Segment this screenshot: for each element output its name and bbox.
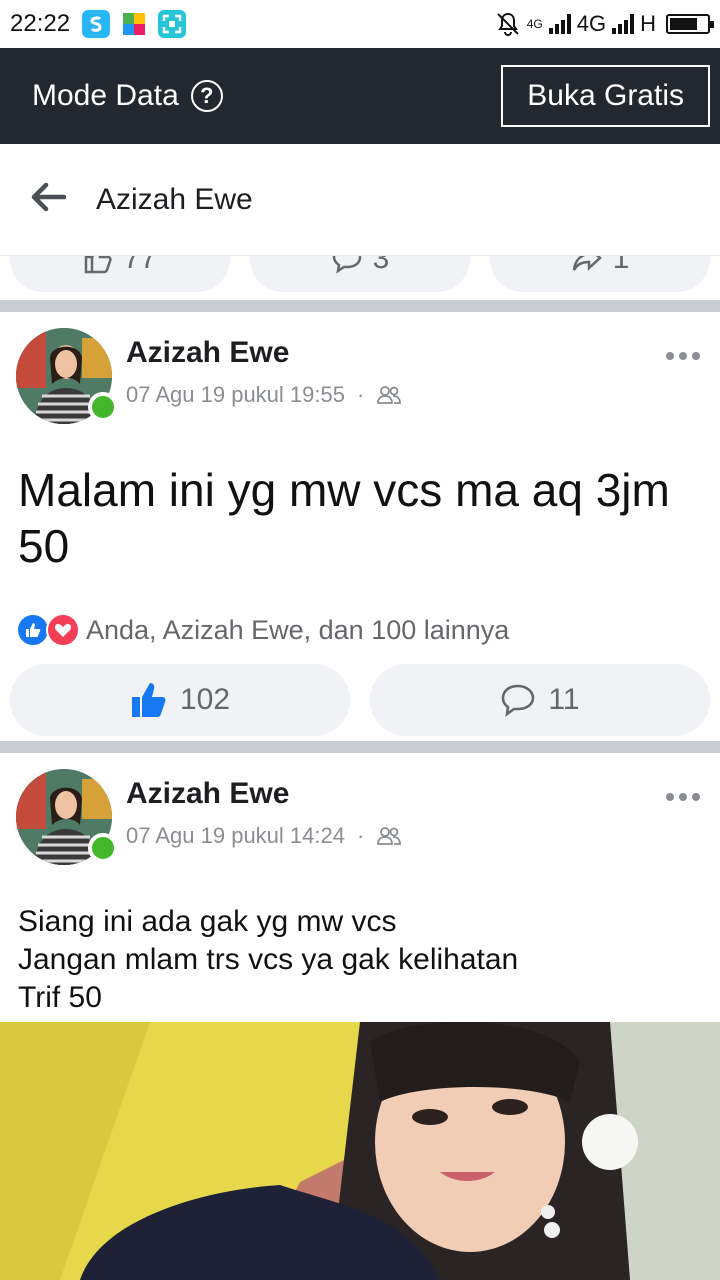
reactions-summary[interactable]: Anda, Azizah Ewe, dan 100 lainnya [0, 604, 720, 656]
feed-separator [0, 741, 720, 753]
comment-count: 11 [548, 683, 580, 716]
online-status-icon [88, 833, 118, 863]
comment-icon [502, 684, 535, 717]
previous-like-count: 77 [123, 256, 157, 275]
previous-comment-button[interactable]: 3 [250, 256, 470, 292]
reactions-text: Anda, Azizah Ewe, dan 100 lainnya [86, 614, 510, 645]
screenshot-app-icon [158, 10, 187, 38]
signal-bars-icon [548, 14, 571, 34]
love-reaction-icon [46, 613, 80, 647]
signal-bars-icon-2 [612, 14, 635, 34]
post-text: Malam ini yg mw vcs ma aq 3jm 50 [18, 464, 670, 572]
notifications-muted-icon [497, 12, 519, 36]
post-author[interactable]: Azizah Ewe [126, 777, 289, 811]
post-photo[interactable] [0, 1022, 720, 1280]
like-button[interactable]: 102 [10, 664, 350, 736]
previous-share-button[interactable]: 1 [490, 256, 710, 292]
post-card: Azizah Ewe 07 Agu 19 pukul 14:24 · Siang… [0, 753, 720, 1023]
post-header: Azizah Ewe 07 Agu 19 pukul 14:24 · [0, 753, 720, 865]
post-meta: 07 Agu 19 pukul 14:24 · [126, 823, 402, 849]
post-timestamp[interactable]: 07 Agu 19 pukul 19:55 [126, 382, 345, 408]
post-header: Azizah Ewe 07 Agu 19 pukul 19:55 · [0, 312, 720, 424]
friends-audience-icon [377, 827, 402, 845]
open-free-button[interactable]: Buka Gratis [501, 65, 710, 127]
previous-like-button[interactable]: 77 [10, 256, 230, 292]
post-text: Siang ini ada gak yg mw vcs Jangan mlam … [18, 905, 519, 1014]
thumbs-up-icon [85, 256, 112, 274]
page-header: Azizah Ewe [0, 144, 720, 256]
friends-audience-icon [377, 386, 402, 404]
more-options-icon[interactable] [666, 352, 700, 360]
feed-separator [0, 300, 720, 312]
share-icon [572, 256, 602, 271]
status-time: 22:22 [10, 10, 71, 37]
app-notification-icon [82, 10, 111, 38]
previous-post-actions: 77 3 1 [0, 256, 720, 300]
online-status-icon [88, 392, 118, 422]
more-options-icon[interactable] [666, 793, 700, 801]
like-count: 102 [179, 683, 231, 716]
thumbs-up-filled-icon [131, 683, 166, 717]
battery-icon [666, 14, 714, 34]
network-label-3: H [640, 11, 656, 36]
post-timestamp[interactable]: 07 Agu 19 pukul 14:24 [126, 823, 345, 849]
data-mode-label: Mode Data [32, 79, 179, 112]
data-mode-bar: Mode Data ? Buka Gratis [0, 48, 720, 144]
comment-icon [332, 256, 361, 274]
meta-separator: · [356, 823, 365, 848]
page-title: Azizah Ewe [96, 182, 253, 216]
comment-button[interactable]: 11 [370, 664, 710, 736]
back-arrow-icon[interactable] [30, 182, 67, 217]
meta-separator: · [356, 382, 365, 407]
post-meta: 07 Agu 19 pukul 19:55 · [126, 382, 402, 408]
post-author[interactable]: Azizah Ewe [126, 336, 289, 370]
status-bar: 22:22 4G 4G H [0, 0, 720, 48]
like-reaction-icon [16, 613, 50, 647]
network-label-1: 4G [526, 17, 543, 31]
network-label-2: 4G [576, 11, 607, 36]
puzzle-app-icon [120, 10, 148, 38]
post-actions: 102 11 [0, 656, 720, 744]
previous-comment-count: 3 [372, 256, 390, 275]
help-icon[interactable]: ? [190, 80, 223, 112]
previous-share-count: 1 [612, 256, 630, 275]
post-card: Azizah Ewe 07 Agu 19 pukul 19:55 · Malam… [0, 312, 720, 742]
